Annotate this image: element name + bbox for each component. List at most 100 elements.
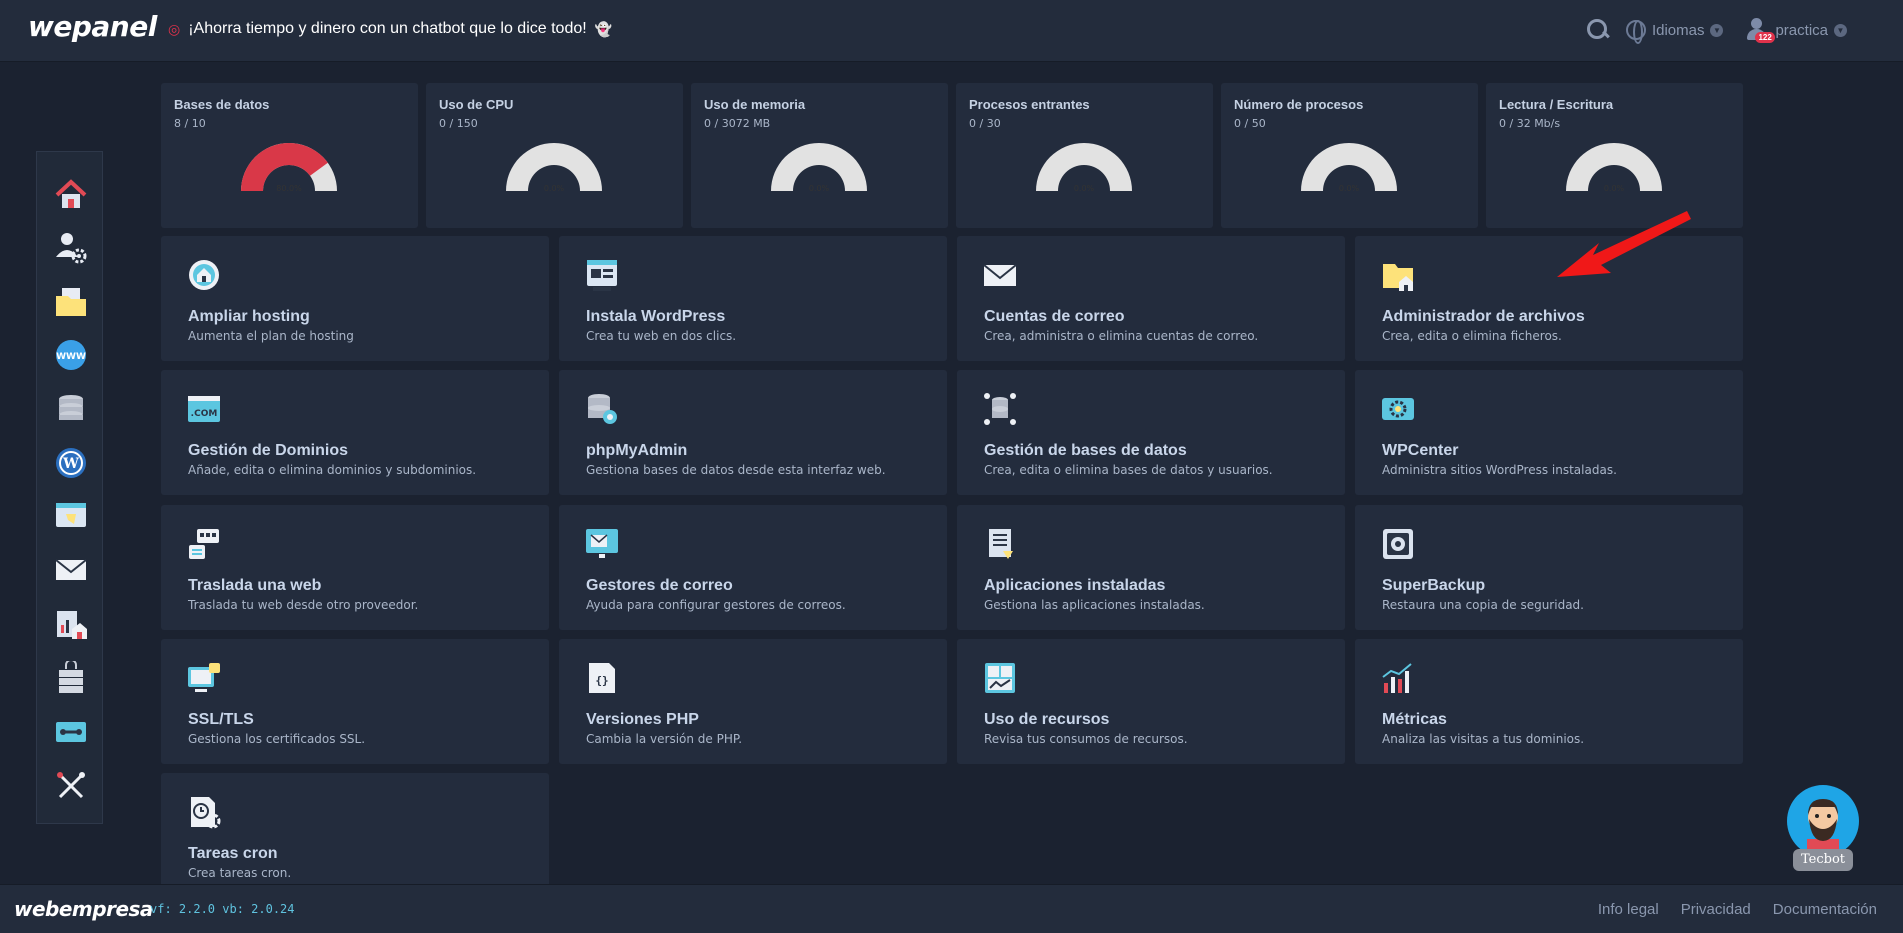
sidebar-item-mail[interactable] [53,552,89,588]
tecbot-chat-button[interactable]: Tecbot [1787,785,1859,875]
sidebar-item-metrics[interactable] [53,606,89,642]
globe-icon [1625,20,1646,44]
tile-description: Administra sitios WordPress instaladas. [1382,463,1617,477]
app-tile[interactable]: Gestores de correo Ayuda para configurar … [559,505,947,630]
database-icon [59,395,83,420]
gauge-label: 0.0% [809,184,830,193]
folder-icon [56,288,86,316]
top-bar: wepanel ◎ ¡Ahorra tiempo y dinero con un… [0,0,1903,62]
app-tile[interactable]: Cuentas de correo Crea, administra o elim… [957,236,1345,361]
search-icon[interactable] [1586,18,1610,42]
stat-title: Uso de CPU [439,97,514,112]
app-tile[interactable]: Instala WordPress Crea tu web en dos clic… [559,236,947,361]
webempresa-logo[interactable]: webempresa [14,897,153,921]
sidebar-item-utilities[interactable] [53,768,89,804]
tile-description: Añade, edita o elimina dominios y subdom… [188,463,477,477]
stat-value: 0 / 30 [969,117,1001,130]
tecbot-label: Tecbot [1793,849,1853,871]
tile-title: Aplicaciones instaladas [984,577,1166,594]
sidebar-item-databases[interactable] [53,391,89,427]
notification-badge: 122 [1755,32,1775,43]
app-tile[interactable]: WPCenter Administra sitios WordPress inst… [1355,370,1743,495]
migrate-icon [189,529,219,559]
tile-description: Gestiona las aplicaciones instaladas. [984,598,1205,612]
tile-title: Traslada una web [188,577,322,594]
app-tile[interactable]: phpMyAdmin Gestiona bases de datos desde … [559,370,947,495]
gauge: 0.0% [1566,143,1662,193]
backup-safe-icon [1383,529,1413,559]
app-tile[interactable]: {} Versiones PHP Cambia la versión de PHP. [559,639,947,764]
sidebar-item-tools[interactable] [53,714,89,750]
language-label: Idiomas [1651,21,1705,39]
wordpress-icon: W [56,448,86,478]
user-menu[interactable]: 122 practica ▼ [1745,18,1847,43]
sidebar-item-files[interactable] [53,284,89,320]
phpmyadmin-icon [588,394,617,424]
gauge: 80.0% [241,143,337,193]
footer-link-docs[interactable]: Documentación [1773,901,1877,918]
stat-cpu: Uso de CPU 0 / 150 0.0% [426,83,683,228]
language-selector[interactable]: Idiomas ▼ [1625,20,1724,44]
metrics-chart-icon [1382,663,1412,693]
cron-icon [191,797,221,829]
gauge: 0.0% [771,143,867,193]
svg-text:WWW: WWW [56,352,86,362]
tile-description: Crea, edita o elimina ficheros. [1382,329,1562,343]
sidebar-item-user-settings[interactable] [53,230,89,266]
stat-title: Uso de memoria [704,97,806,112]
app-tile[interactable]: Métricas Analiza las visitas a tus domini… [1355,639,1743,764]
stat-value: 8 / 10 [174,117,206,130]
app-tile[interactable]: Uso de recursos Revisa tus consumos de re… [957,639,1345,764]
gauge-label: 0.0% [1339,184,1360,193]
target-icon: ◎ [168,20,181,37]
chevron-down-icon: ▼ [1834,23,1847,37]
envelope-icon [983,264,1017,286]
tile-description: Restaura una copia de seguridad. [1382,598,1584,612]
gauge-label: 0.0% [1604,184,1625,193]
promo-banner[interactable]: ◎ ¡Ahorra tiempo y dinero con un chatbot… [168,20,612,38]
red-arrow-annotation [1557,211,1691,277]
sidebar-item-wordpress[interactable]: W [53,445,89,481]
app-tile[interactable]: Ampliar hosting Aumenta el plan de hostin… [161,236,549,361]
stat-title: Procesos entrantes [969,97,1090,112]
sidebar-item-servers[interactable] [53,660,89,696]
chevron-down-icon: ▼ [1710,23,1724,37]
app-tile[interactable]: SSL/TLS Gestiona los certificados SSL. [161,639,549,764]
footer-link-legal[interactable]: Info legal [1598,901,1659,918]
tile-title: Gestión de bases de datos [984,442,1187,459]
app-tile[interactable]: Traslada una web Traslada tu web desde ot… [161,505,549,630]
tile-description: Revisa tus consumos de recursos. [984,732,1188,746]
promo-text[interactable]: ¡Ahorra tiempo y dinero con un chatbot q… [188,20,586,38]
tile-title: SuperBackup [1382,577,1486,594]
app-tile[interactable]: Aplicaciones instaladas Gestiona las apli… [957,505,1345,630]
version-info: vf: 2.2.0 vb: 2.0.24 [150,902,295,916]
web-migration-icon [56,503,86,527]
gauge-label: 80.0% [276,184,302,193]
user-settings-icon [56,233,87,264]
tile-description: Gestiona los certificados SSL. [188,732,366,746]
tile-title: Uso de recursos [984,711,1110,728]
app-tile[interactable]: Tareas cron Crea tareas cron. [161,773,549,898]
mail-icon [55,559,87,580]
database-manage-icon [984,393,1016,425]
sidebar-item-home[interactable] [53,177,89,213]
tile-description: Crea, administra o elimina cuentas de co… [984,329,1259,343]
sidebar-item-migration[interactable] [53,498,89,534]
app-tile[interactable]: SuperBackup Restaura una copia de segurid… [1355,505,1743,630]
tile-description: Gestiona bases de datos desde esta inter… [586,463,886,477]
home-icon [55,179,87,208]
mail-client-icon [586,529,618,558]
tile-title: Gestión de Dominios [188,442,349,459]
php-icon: {} [589,663,615,693]
tile-description: Aumenta el plan de hosting [188,329,354,343]
sidebar-item-domains[interactable]: WWW [53,337,89,373]
footer-link-privacy[interactable]: Privacidad [1681,901,1751,918]
stat-memory: Uso de memoria 0 / 3072 MB 0.0% [691,83,948,228]
app-tile[interactable]: .COM Gestión de Dominios Añade, edita o el… [161,370,549,495]
wepanel-logo[interactable]: wepanel [28,10,157,43]
stat-title: Bases de datos [174,97,270,112]
tile-title: Ampliar hosting [188,308,310,325]
tile-title: phpMyAdmin [586,442,688,459]
app-tile[interactable]: Gestión de bases de datos Crea, edita o e… [957,370,1345,495]
tile-title: WPCenter [1382,442,1459,459]
